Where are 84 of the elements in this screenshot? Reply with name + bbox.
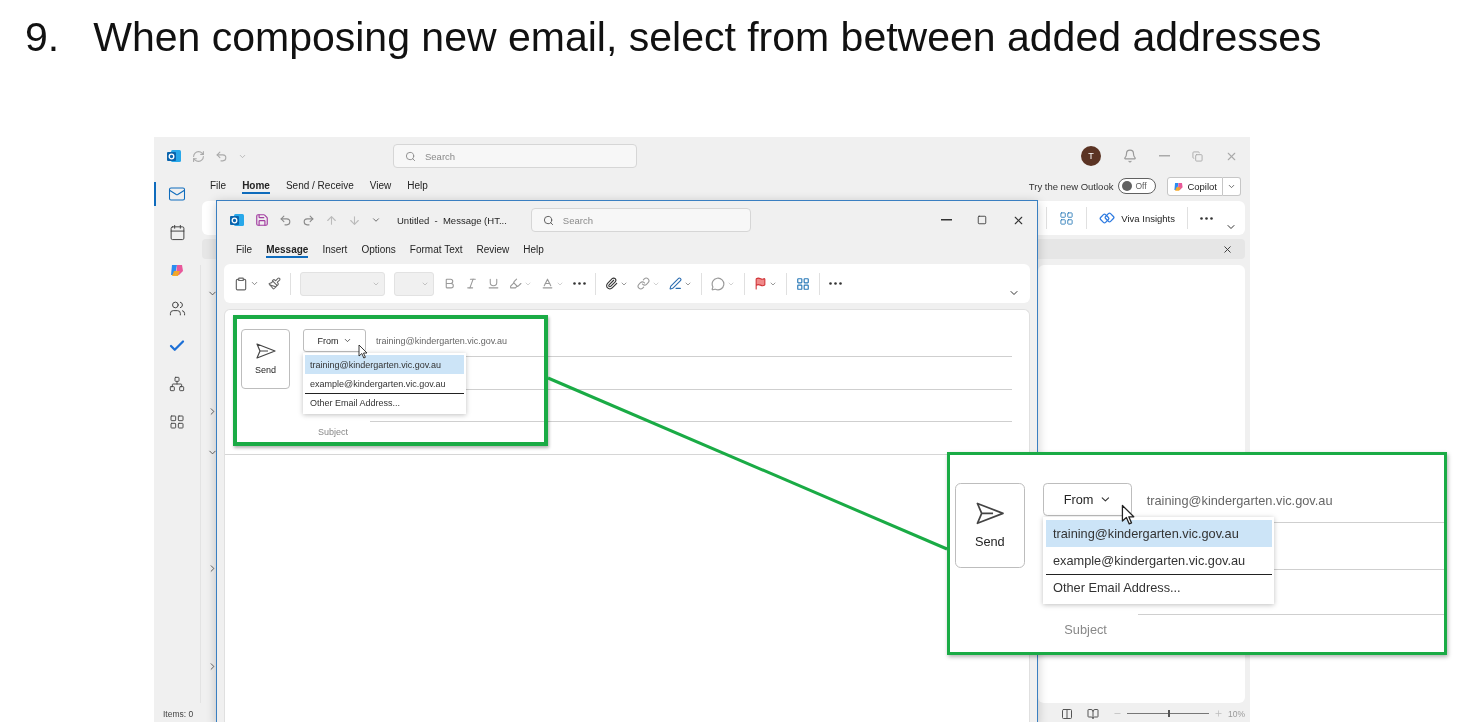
- send-icon: [255, 343, 276, 359]
- arrow-up-icon: [325, 213, 338, 227]
- italic-icon: [465, 277, 478, 290]
- minimize-icon: [1159, 155, 1170, 157]
- menu-tab[interactable]: Message: [266, 242, 309, 258]
- viva-insights-icon: [1099, 210, 1116, 226]
- menu-tab[interactable]: Format Text: [409, 242, 463, 258]
- items-count: Items: 0: [163, 708, 194, 719]
- copilot-button[interactable]: Copilot: [1167, 176, 1223, 196]
- menu-tab[interactable]: File: [236, 242, 253, 258]
- maximize-icon: [977, 215, 987, 225]
- save-icon: [255, 213, 269, 227]
- step-number: 9.: [25, 14, 60, 61]
- bold-icon: [443, 277, 456, 290]
- font-color-icon: [541, 277, 554, 290]
- apps-icon: [1059, 210, 1075, 226]
- send-button[interactable]: Send: [955, 483, 1025, 569]
- speech-bubble-icon: [711, 276, 725, 291]
- calendar-icon: [168, 223, 186, 241]
- zoom-level: 10%: [1228, 708, 1245, 719]
- menu-tab[interactable]: Send / Receive: [285, 178, 354, 194]
- close-icon: [1222, 243, 1233, 255]
- customize-icon: [371, 215, 381, 225]
- from-address: training@kindergarten.vic.gov.au: [1146, 492, 1333, 508]
- chevron-down-icon: [342, 336, 352, 345]
- subject-label: Subject: [1063, 621, 1108, 638]
- try-new-outlook-label: Try the new Outlook: [1028, 180, 1114, 192]
- search-icon: [405, 151, 416, 162]
- subject-label: Subject: [317, 426, 350, 437]
- paintbrush-icon: [268, 277, 281, 290]
- more-icon: [573, 282, 586, 285]
- copilot-icon: [169, 262, 185, 278]
- chevron-down-icon: [250, 279, 259, 288]
- from-button[interactable]: From: [1043, 483, 1133, 516]
- copilot-icon: [1173, 180, 1185, 192]
- paperclip-icon: [605, 277, 618, 290]
- address-option[interactable]: training@kindergarten.vic.gov.au: [305, 355, 464, 374]
- menu-tab[interactable]: View: [369, 178, 392, 194]
- underline-icon: [487, 277, 500, 290]
- step-title: When composing new email, select from between added addresses: [93, 14, 1322, 61]
- search-field[interactable]: Search: [393, 144, 637, 168]
- menu-tab[interactable]: Help: [523, 242, 544, 258]
- from-button[interactable]: From: [303, 329, 366, 352]
- new-outlook-toggle[interactable]: Off: [1118, 178, 1157, 194]
- apps-icon: [169, 414, 185, 430]
- apps-icon: [796, 276, 810, 291]
- search-icon: [542, 215, 554, 226]
- arrow-down-icon: [348, 213, 361, 227]
- viva-insights-button[interactable]: Viva Insights: [1099, 210, 1175, 226]
- highlighter-icon: [509, 277, 522, 290]
- people-icon: [168, 299, 186, 317]
- clipboard-icon: [234, 276, 248, 291]
- outlook-logo-icon: [166, 148, 182, 164]
- undo-icon: [215, 149, 228, 163]
- send-icon: [975, 502, 1004, 526]
- zoom-in-icon: [1214, 709, 1223, 718]
- window-title: Untitled - Message (HT...: [397, 214, 507, 226]
- redo-icon: [302, 213, 315, 227]
- reading-view-icon: [1087, 707, 1099, 720]
- search-field[interactable]: Search: [530, 208, 751, 232]
- menu-tab[interactable]: Review: [476, 242, 510, 258]
- menu-tab[interactable]: Help: [407, 178, 428, 194]
- more-icon: [829, 282, 842, 285]
- more-icon: [1200, 216, 1213, 220]
- restore-icon: [1192, 150, 1203, 162]
- sync-icon: [192, 149, 205, 163]
- menu-tab[interactable]: Home: [242, 178, 270, 194]
- signature-icon: [669, 277, 682, 290]
- address-option[interactable]: training@kindergarten.vic.gov.au: [1045, 519, 1272, 547]
- from-address: training@kindergarten.vic.gov.au: [376, 336, 508, 346]
- minimize-icon: [941, 219, 952, 221]
- flag-icon: [754, 277, 767, 290]
- mail-icon: [168, 185, 186, 203]
- normal-view-icon: [1061, 707, 1073, 720]
- undo-icon: [279, 213, 292, 227]
- menu-tab[interactable]: File: [210, 178, 227, 194]
- org-chart-icon: [169, 376, 185, 392]
- outlook-logo-icon: [229, 212, 245, 228]
- menu-tab[interactable]: Insert: [322, 242, 348, 258]
- send-button[interactable]: Send: [241, 329, 290, 389]
- menu-tab[interactable]: Options: [361, 242, 396, 258]
- avatar[interactable]: T: [1081, 146, 1101, 166]
- link-icon: [637, 277, 650, 290]
- bell-icon: [1123, 149, 1137, 163]
